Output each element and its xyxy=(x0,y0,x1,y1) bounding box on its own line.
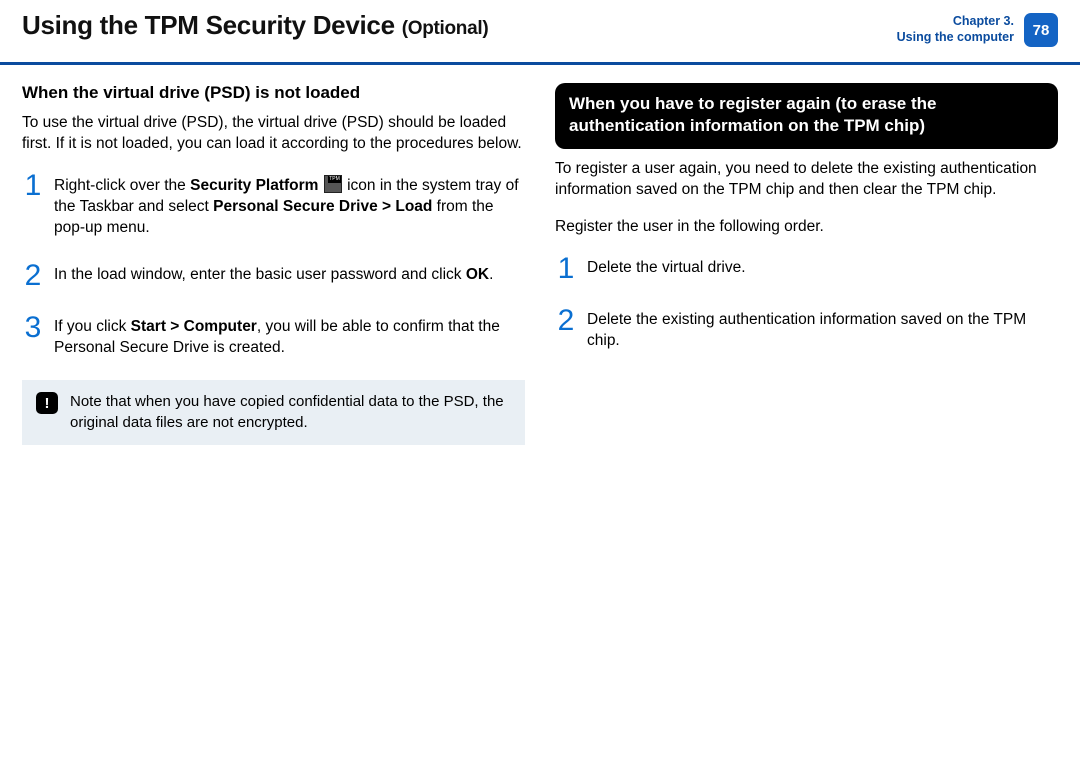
right-intro: To register a user again, you need to de… xyxy=(555,159,1058,201)
title-main: Using the TPM Security Device xyxy=(22,10,395,40)
step-body: Delete the virtual drive. xyxy=(587,254,746,284)
note-text: Note that when you have copied confident… xyxy=(70,392,511,433)
title-suffix: (Optional) xyxy=(402,18,489,39)
left-step-2: 2 In the load window, enter the basic us… xyxy=(22,261,525,291)
header: Using the TPM Security Device (Optional)… xyxy=(0,0,1080,65)
right-step-2: 2 Delete the existing authentication inf… xyxy=(555,306,1058,352)
left-column: When the virtual drive (PSD) is not load… xyxy=(22,83,525,445)
content-area: When the virtual drive (PSD) is not load… xyxy=(0,65,1080,445)
chapter-line2: Using the computer xyxy=(897,30,1014,46)
page-title: Using the TPM Security Device (Optional) xyxy=(22,10,488,41)
right-step-1: 1 Delete the virtual drive. xyxy=(555,254,1058,284)
tpm-tray-icon xyxy=(324,175,342,193)
step-number: 1 xyxy=(555,254,577,284)
page-number-badge: 78 xyxy=(1024,13,1058,47)
left-step-3: 3 If you click Start > Computer, you wil… xyxy=(22,313,525,359)
step-body: Delete the existing authentication infor… xyxy=(587,306,1058,352)
step-number: 3 xyxy=(22,313,44,359)
step-number: 1 xyxy=(22,171,44,239)
step-body: If you click Start > Computer, you will … xyxy=(54,313,525,359)
note-icon: ! xyxy=(36,392,58,414)
chapter-text: Chapter 3. Using the computer xyxy=(897,14,1014,45)
left-intro: To use the virtual drive (PSD), the virt… xyxy=(22,113,525,155)
step-body: Right-click over the Security Platform i… xyxy=(54,171,525,239)
left-step-1: 1 Right-click over the Security Platform… xyxy=(22,171,525,239)
right-subtext: Register the user in the following order… xyxy=(555,217,1058,238)
step-number: 2 xyxy=(22,261,44,291)
right-callout: When you have to register again (to eras… xyxy=(555,83,1058,149)
step-number: 2 xyxy=(555,306,577,352)
step-body: In the load window, enter the basic user… xyxy=(54,261,493,291)
note-box: ! Note that when you have copied confide… xyxy=(22,380,525,445)
right-column: When you have to register again (to eras… xyxy=(555,83,1058,445)
chapter-block: Chapter 3. Using the computer 78 xyxy=(897,13,1058,47)
left-subtitle: When the virtual drive (PSD) is not load… xyxy=(22,83,525,103)
chapter-line1: Chapter 3. xyxy=(897,14,1014,30)
